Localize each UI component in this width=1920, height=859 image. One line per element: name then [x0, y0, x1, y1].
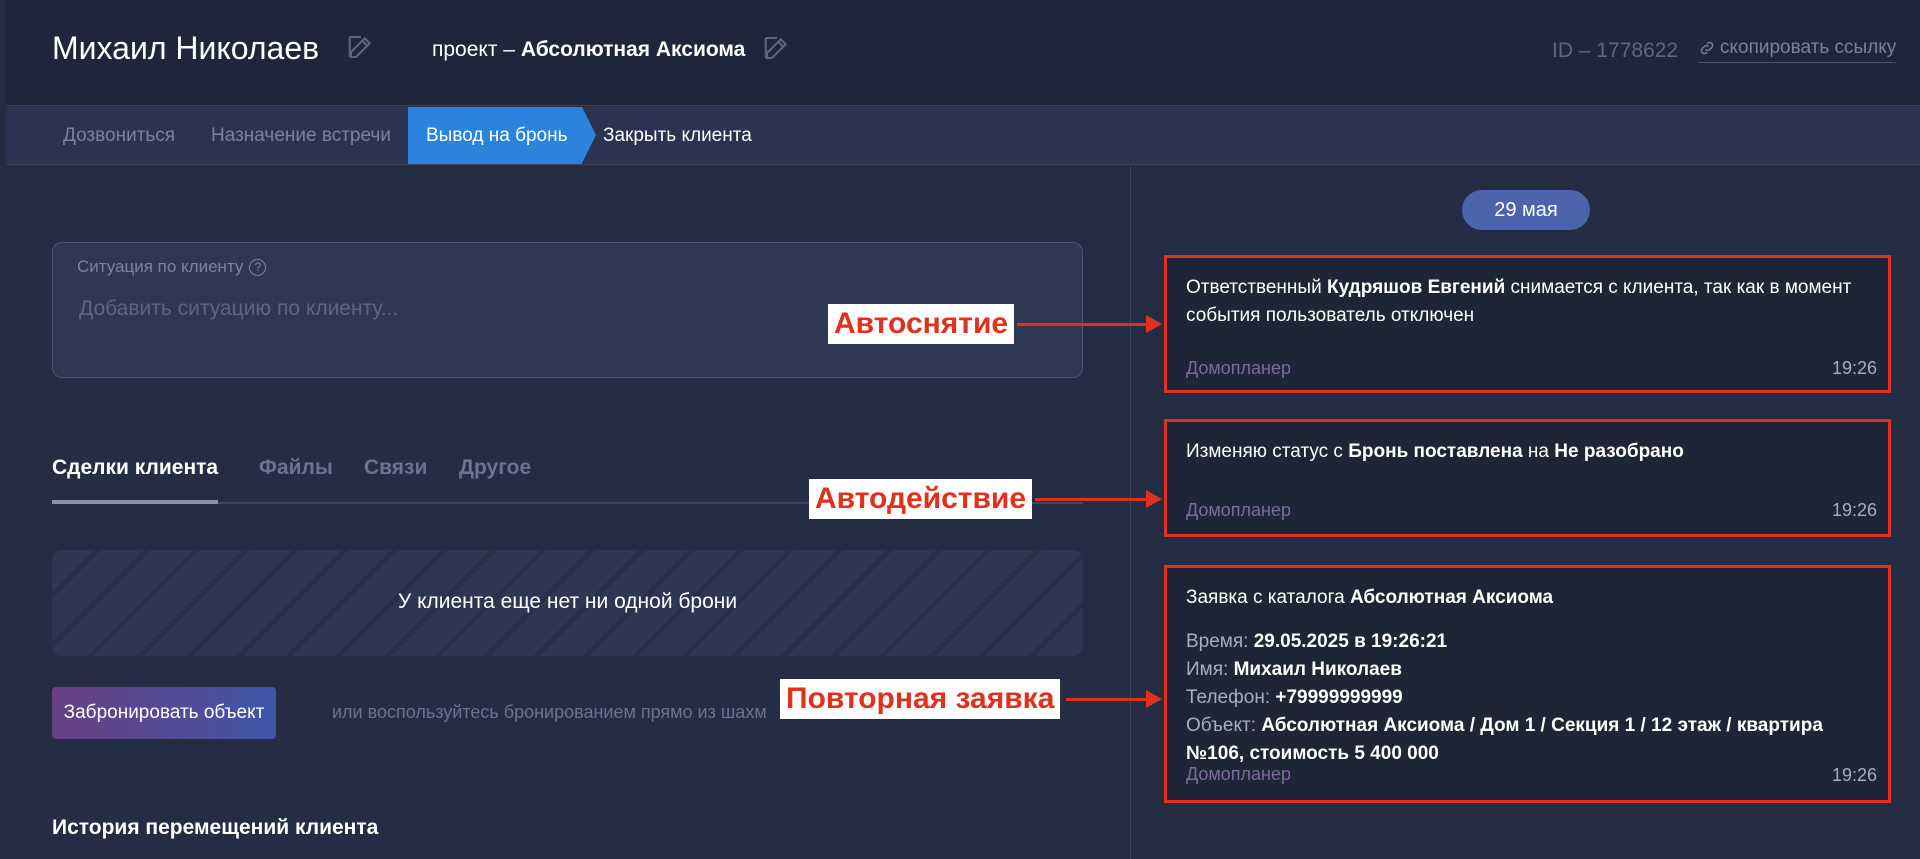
event-text: Изменяю статус с Бронь поставлена на Не … [1186, 438, 1870, 466]
page-header: Михаил Николаев проект – Абсолютная Акси… [6, 0, 1920, 106]
copy-link-label: скопировать ссылку [1720, 37, 1897, 58]
event-time: 19:26 [1831, 358, 1877, 378]
object-value: Абсолютная Аксиома / Дом 1 / Секция 1 / … [1186, 715, 1823, 764]
event-source[interactable]: Домопланер [1186, 764, 1291, 785]
event-text: Заявка с каталога Абсолютная Аксиома Вре… [1186, 584, 1870, 768]
annotation-arrow [1066, 690, 1162, 708]
stage-call[interactable]: Дозвониться [63, 107, 175, 164]
stage-booking[interactable]: Вывод на бронь [408, 107, 596, 164]
stage-bar: Дозвониться Назначение встречи Вывод на … [6, 107, 1920, 165]
stage-meeting[interactable]: Назначение встречи [211, 107, 391, 164]
event-text-part: Заявка с каталога [1186, 587, 1350, 608]
annotation-auto-action: Автодействие [809, 479, 1033, 519]
tab-links[interactable]: Связи [364, 456, 427, 504]
event-time: 19:26 [1831, 765, 1877, 785]
client-id: ID – 1778622 [1552, 39, 1679, 62]
booking-hint-text: или воспользуйтесь бронированием прямо и… [332, 702, 767, 722]
phone-label: Телефон: [1186, 687, 1271, 708]
event-source[interactable]: Домопланер [1186, 500, 1291, 521]
date-badge: 29 мая [1462, 190, 1590, 230]
link-icon [1700, 41, 1714, 55]
object-label: Объект: [1186, 715, 1256, 736]
old-status: Бронь поставлена [1348, 441, 1523, 462]
project-label: проект – Абсолютная Аксиома [432, 38, 745, 62]
event-text-part: на [1522, 441, 1555, 462]
edit-name-icon[interactable] [346, 32, 376, 62]
deals-empty-text: У клиента еще нет ни одной брони [397, 590, 738, 613]
deals-empty-state: У клиента еще нет ни одной брони [52, 550, 1083, 656]
situation-label: Ситуация по клиенту ? [77, 257, 267, 277]
project-prefix: проект – [432, 38, 515, 61]
event-auto-removal: Ответственный Кудряшов Евгений снимается… [1164, 255, 1891, 393]
help-icon[interactable]: ? [249, 258, 267, 276]
time-label: Время: [1186, 631, 1249, 652]
annotation-arrow [1035, 490, 1162, 508]
event-text-part: Ответственный [1186, 277, 1327, 298]
event-auto-action: Изменяю статус с Бронь поставлена на Не … [1164, 419, 1891, 537]
annotation-arrow [1017, 315, 1162, 333]
annotation-auto-removal: Автоснятие [828, 304, 1015, 344]
responsible-name: Кудряшов Евгений [1326, 277, 1506, 298]
client-name: Михаил Николаев [52, 30, 320, 66]
annotation-repeat-request: Повторная заявка [780, 679, 1061, 719]
event-repeat-request: Заявка с каталога Абсолютная Аксиома Вре… [1164, 565, 1891, 803]
event-text: Ответственный Кудряшов Евгений снимается… [1186, 274, 1870, 330]
book-object-button[interactable]: Забронировать объект [52, 687, 276, 739]
name-label: Имя: [1186, 659, 1229, 680]
time-value: 29.05.2025 в 19:26:21 [1253, 631, 1448, 652]
tab-files[interactable]: Файлы [259, 456, 333, 504]
event-source[interactable]: Домопланер [1186, 358, 1291, 379]
booking-hint: или воспользуйтесь бронированием прямо и… [332, 702, 813, 723]
events-feed: 29 мая Ответственный Кудряшов Евгений сн… [1130, 166, 1920, 859]
event-time: 19:26 [1831, 500, 1877, 520]
event-text-part: Изменяю статус с [1186, 441, 1349, 462]
edit-project-icon[interactable] [762, 33, 792, 63]
tab-deals[interactable]: Сделки клиента [52, 456, 219, 504]
name-value: Михаил Николаев [1233, 659, 1402, 680]
history-title: История перемещений клиента [52, 816, 379, 839]
catalog-name: Абсолютная Аксиома [1349, 587, 1554, 608]
new-status: Не разобрано [1554, 441, 1684, 462]
situation-label-text: Ситуация по клиенту [77, 257, 244, 276]
stage-close-client[interactable]: Закрыть клиента [603, 107, 752, 164]
phone-value: +79999999999 [1275, 687, 1403, 708]
project-name: Абсолютная Аксиома [520, 38, 746, 61]
copy-link-button[interactable]: скопировать ссылку [1698, 37, 1897, 63]
tab-other[interactable]: Другое [459, 456, 531, 504]
